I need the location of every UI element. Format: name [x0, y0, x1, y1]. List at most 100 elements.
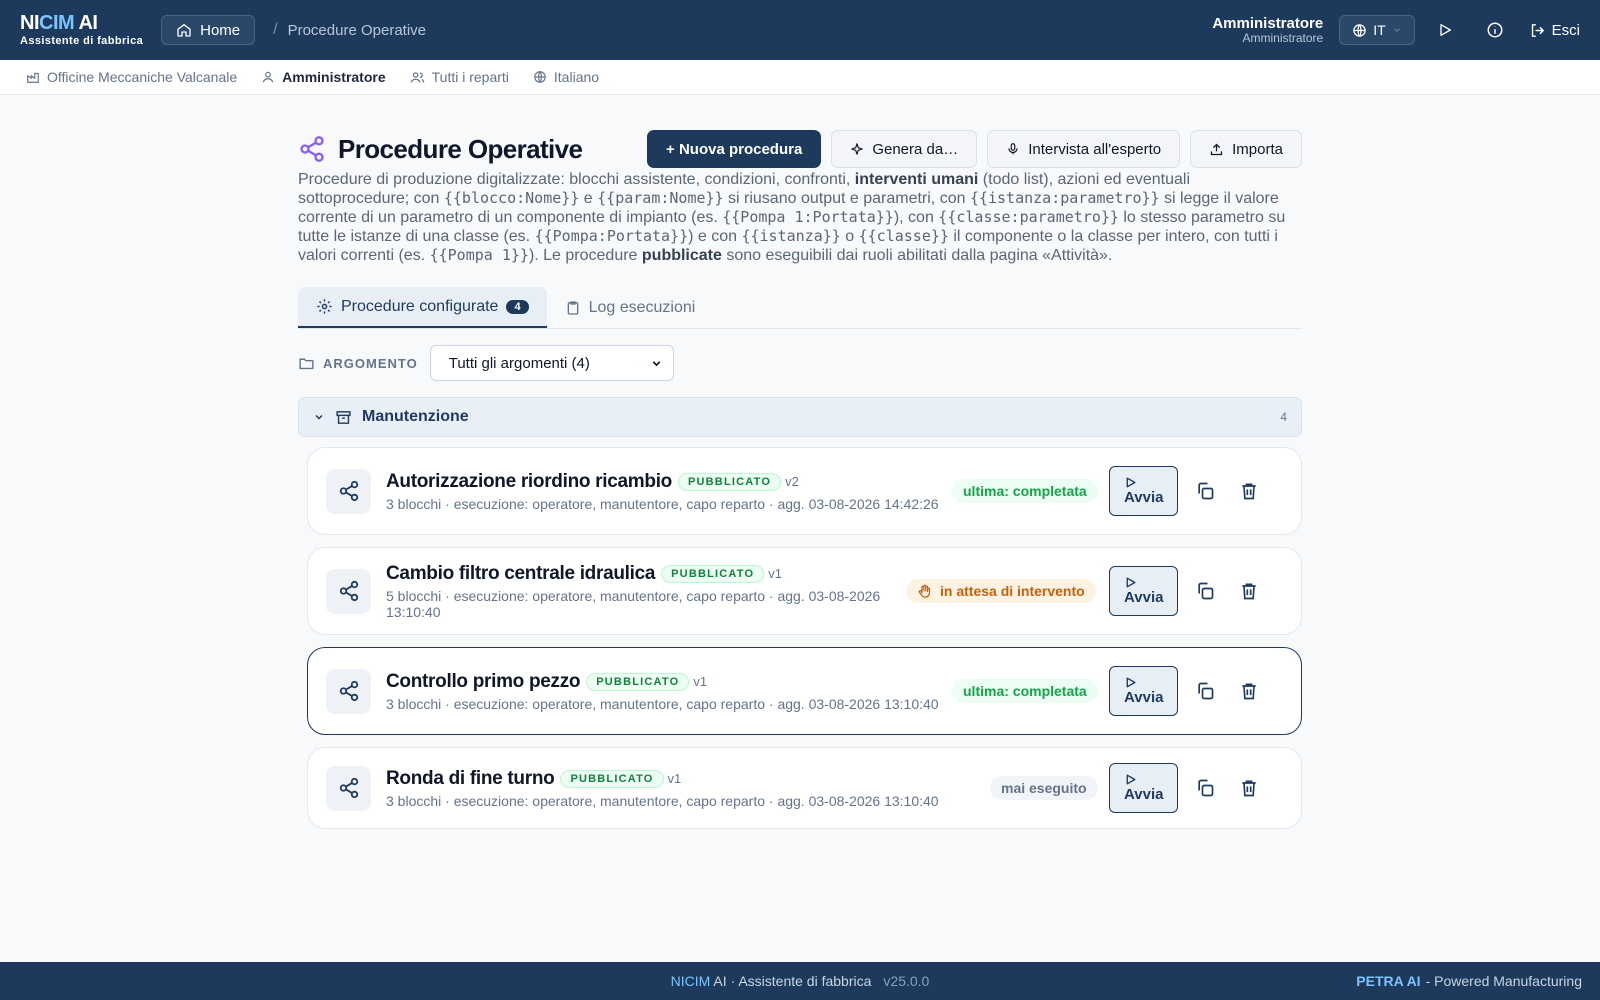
language-switch[interactable]: Italiano [533, 69, 599, 85]
factory-icon [26, 70, 40, 84]
start-button[interactable]: Avvia [1109, 763, 1178, 813]
brand-subtitle: Assistente di fabbrica [20, 35, 144, 47]
trash-icon [1239, 581, 1259, 601]
tab-execution-log[interactable]: Log esecuzioni [547, 287, 714, 328]
brand-logo[interactable]: NICIM AI Assistente di fabbrica [20, 13, 143, 47]
user-name: Amministratore [1212, 14, 1324, 32]
delete-button[interactable] [1239, 681, 1259, 701]
published-badge: PUBBLICATO [677, 472, 782, 491]
start-label: Avvia [1124, 689, 1164, 706]
users-icon [410, 70, 425, 85]
duplicate-button[interactable] [1195, 778, 1215, 798]
start-label: Avvia [1124, 786, 1164, 803]
group-title: Manutenzione [362, 408, 469, 425]
user-role: Amministratore [1242, 30, 1324, 45]
footer-app-name: NICIM AI · Assistente di fabbrica [670, 973, 872, 989]
top-navbar: NICIM AI Assistente di fabbrica Home / P… [0, 0, 1600, 60]
page-actions: + Nuova procedura Genera da… Intervista … [647, 130, 1302, 168]
logout-icon [1529, 22, 1546, 39]
version-label: v2 [785, 474, 799, 489]
logout-button[interactable]: Esci [1529, 22, 1580, 39]
procedure-card[interactable]: Autorizzazione riordino ricambio PUBBLIC… [307, 447, 1302, 535]
top-right-controls: Amministratore Amministratore IT Esci [1212, 15, 1580, 45]
context-bar: Officine Meccaniche Valcanale Amministra… [0, 60, 1600, 95]
duplicate-button[interactable] [1195, 481, 1215, 501]
procedure-card[interactable]: Cambio filtro centrale idraulica PUBBLIC… [307, 547, 1302, 635]
chevron-down-icon [1392, 25, 1402, 35]
start-button[interactable]: Avvia [1109, 466, 1178, 516]
delete-button[interactable] [1239, 481, 1259, 501]
info-icon [1486, 21, 1504, 39]
home-button[interactable]: Home [161, 15, 256, 45]
language-label: Italiano [553, 69, 600, 85]
language-selector[interactable]: IT [1339, 15, 1415, 45]
status-badge: in attesa di intervento [906, 579, 1096, 603]
procedure-title: Autorizzazione riordino ricambio [386, 470, 672, 492]
company-name: Officine Meccaniche Valcanale [47, 69, 238, 85]
logout-label: Esci [1551, 21, 1580, 39]
run-activity-button[interactable] [1425, 15, 1465, 45]
version-label: v1 [667, 771, 682, 786]
start-button[interactable]: Avvia [1109, 566, 1178, 616]
page-title: Procedure Operative [338, 133, 583, 164]
delete-button[interactable] [1239, 778, 1259, 798]
archive-box-icon [335, 409, 352, 426]
topic-select-value: Tutti gli argomenti (4) [448, 354, 590, 372]
upload-icon [1209, 142, 1224, 157]
department-selector[interactable]: Tutti i reparti [410, 69, 509, 85]
import-button[interactable]: Importa [1190, 130, 1302, 168]
chevron-down-icon [650, 357, 663, 370]
play-icon [1124, 576, 1177, 589]
company-selector[interactable]: Officine Meccaniche Valcanale [26, 69, 237, 85]
status-badge: ultima: completata [952, 679, 1098, 703]
new-procedure-button[interactable]: + Nuova procedura [647, 130, 822, 168]
procedure-meta: 3 blocchi · esecuzione: operatore, manut… [386, 695, 939, 712]
procedure-info: Autorizzazione riordino ricambio PUBBLIC… [386, 471, 971, 512]
status-text: in attesa di intervento [940, 583, 1085, 599]
topic-filter-label: ARGOMENTO [298, 355, 418, 372]
tab-label: Log esecuzioni [588, 298, 696, 316]
procedure-icon-box [326, 668, 371, 714]
import-label: Importa [1232, 140, 1283, 158]
trash-icon [1239, 778, 1259, 798]
procedure-list: Autorizzazione riordino ricambio PUBBLIC… [307, 447, 1302, 829]
home-icon [176, 22, 192, 38]
chevron-down-icon [313, 411, 325, 423]
procedure-info: Cambio filtro centrale idraulica PUBBLIC… [386, 563, 886, 620]
share-nodes-icon [338, 580, 360, 602]
play-icon [1124, 476, 1177, 489]
group-count: 4 [1280, 410, 1287, 424]
procedure-meta: 3 blocchi · esecuzione: operatore, manut… [386, 792, 939, 809]
published-badge: PUBBLICATO [661, 564, 765, 583]
procedure-card[interactable]: Controllo primo pezzo PUBBLICATO v1 3 bl… [307, 647, 1302, 735]
department-label: Tutti i reparti [431, 69, 509, 85]
start-button[interactable]: Avvia [1109, 666, 1178, 716]
home-label: Home [200, 21, 241, 39]
user-role-selector[interactable]: Amministratore [261, 69, 386, 85]
user-info: Amministratore Amministratore [1212, 16, 1323, 44]
topic-select[interactable]: Tutti gli argomenti (4) [429, 345, 674, 381]
brand-name: NICIM AI [20, 12, 98, 34]
procedure-meta: 3 blocchi · esecuzione: operatore, manut… [386, 495, 939, 512]
tab-configured-procedures[interactable]: Procedure configurate 4 [298, 287, 547, 328]
procedure-info: Controllo primo pezzo PUBBLICATO v1 3 bl… [386, 671, 971, 712]
play-icon [1437, 22, 1453, 38]
delete-button[interactable] [1239, 581, 1259, 601]
topic-filter: ARGOMENTO Tutti gli argomenti (4) [298, 345, 1302, 381]
microphone-icon [1006, 142, 1020, 156]
info-button[interactable] [1475, 15, 1515, 45]
tab-label: Procedure configurate [341, 297, 499, 315]
procedure-title: Controllo primo pezzo [386, 670, 581, 692]
duplicate-button[interactable] [1195, 681, 1215, 701]
published-badge: PUBBLICATO [586, 672, 690, 691]
duplicate-button[interactable] [1195, 581, 1215, 601]
language-code: IT [1373, 22, 1386, 38]
share-nodes-icon [338, 480, 360, 502]
procedure-icon-box [326, 568, 371, 614]
footer-tagline: - Powered Manufacturing [1425, 973, 1582, 989]
expert-interview-button[interactable]: Intervista all'esperto [987, 130, 1181, 168]
procedure-card[interactable]: Ronda di fine turno PUBBLICATO v1 3 bloc… [307, 747, 1302, 829]
group-header-maintenance[interactable]: Manutenzione 4 [298, 397, 1302, 437]
trash-icon [1239, 481, 1259, 501]
generate-button[interactable]: Genera da… [831, 130, 978, 168]
